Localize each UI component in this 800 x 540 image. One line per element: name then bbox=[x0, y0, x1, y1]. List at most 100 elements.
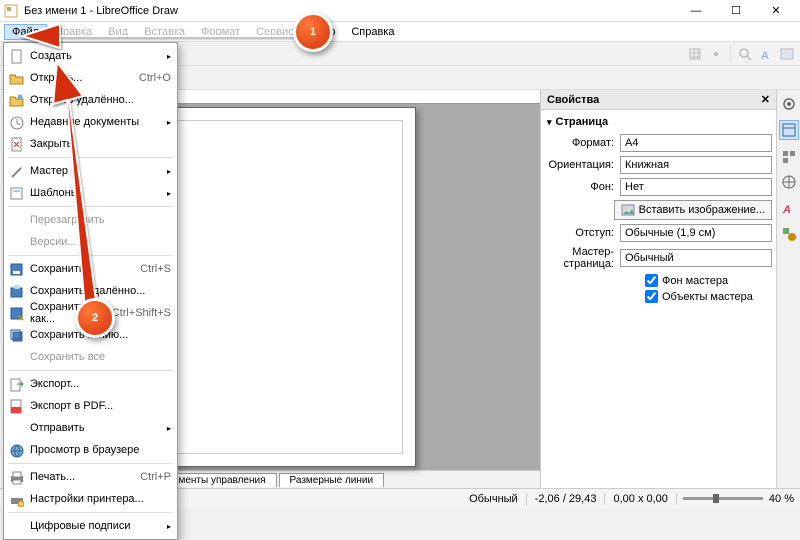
print-icon bbox=[8, 469, 24, 485]
dd-shortcut: Ctrl+S bbox=[140, 263, 171, 275]
menu-file[interactable]: Файл bbox=[4, 24, 47, 40]
dd-shortcut: Ctrl+O bbox=[139, 72, 171, 84]
file-menu-item-26[interactable]: Цифровые подписи▸ bbox=[4, 515, 177, 537]
blank-icon bbox=[8, 420, 24, 436]
dd-label: Сохранить удалённо... bbox=[30, 285, 171, 297]
section-page[interactable]: ▾ Страница bbox=[545, 114, 772, 130]
zoom-slider[interactable] bbox=[683, 497, 763, 500]
save-copy-icon bbox=[8, 327, 24, 343]
file-menu-item-3[interactable]: Недавние документы▸ bbox=[4, 111, 177, 133]
blank-icon bbox=[8, 212, 24, 228]
file-menu-item-2[interactable]: Открыть удалённо... bbox=[4, 89, 177, 111]
callout-2: 2 bbox=[75, 298, 115, 338]
orientation-select[interactable] bbox=[620, 156, 772, 174]
tb-font-icon[interactable]: A bbox=[757, 45, 775, 63]
collapse-arrow-icon: ▾ bbox=[547, 117, 552, 128]
image-icon bbox=[621, 203, 635, 217]
file-menu-item-20[interactable]: Отправить▸ bbox=[4, 417, 177, 439]
svg-text:A: A bbox=[761, 50, 769, 61]
props-title: Свойства bbox=[547, 94, 599, 106]
layer-tab-dimensions[interactable]: Размерные линии bbox=[279, 473, 385, 487]
file-menu-item-6[interactable]: Мастер ▸ bbox=[4, 160, 177, 182]
menu-insert[interactable]: Вставка bbox=[136, 24, 193, 40]
file-menu-item-7[interactable]: Шаблоны ▸ bbox=[4, 182, 177, 204]
file-menu-item-10: Версии... bbox=[4, 231, 177, 253]
file-new-icon bbox=[8, 48, 24, 64]
submenu-arrow-icon: ▸ bbox=[167, 167, 171, 176]
dd-shortcut: Ctrl+Shift+S bbox=[112, 307, 171, 319]
rt-navigator-icon[interactable] bbox=[779, 172, 799, 192]
dd-shortcut: Ctrl+P bbox=[140, 471, 171, 483]
file-menu-item-12[interactable]: СохранитьCtrl+S bbox=[4, 258, 177, 280]
templates-icon bbox=[8, 185, 24, 201]
insert-image-button[interactable]: Вставить изображение... bbox=[614, 200, 772, 220]
rt-props-icon[interactable] bbox=[779, 120, 799, 140]
wand-icon bbox=[8, 163, 24, 179]
props-close-icon[interactable]: ✕ bbox=[761, 93, 770, 106]
menu-view[interactable]: Вид bbox=[100, 24, 136, 40]
file-menu-dropdown: Создать▸ Открыть... Ctrl+O Открыть удалённо… bbox=[3, 42, 178, 540]
window-title: Без имени 1 - LibreOffice Draw bbox=[24, 5, 676, 17]
folder-cloud-icon bbox=[8, 92, 24, 108]
save-as-icon bbox=[8, 305, 24, 321]
section-page-label: Страница bbox=[556, 116, 609, 128]
chk-master-objs-label: Объекты мастера bbox=[662, 291, 753, 303]
file-menu-item-24[interactable]: Настройки принтера... bbox=[4, 488, 177, 510]
save-cloud-icon bbox=[8, 283, 24, 299]
dd-label: Шаблоны bbox=[30, 187, 163, 199]
submenu-arrow-icon: ▸ bbox=[167, 118, 171, 127]
file-menu-item-0[interactable]: Создать▸ bbox=[4, 45, 177, 67]
dd-label: Настройки принтера... bbox=[30, 493, 171, 505]
tb-image-icon[interactable] bbox=[778, 45, 796, 63]
indent-label: Отступ: bbox=[545, 227, 614, 239]
file-menu-item-19[interactable]: Экспорт в PDF... bbox=[4, 395, 177, 417]
chk-master-bg[interactable] bbox=[645, 274, 658, 287]
callout-1: 1 bbox=[293, 12, 333, 52]
file-menu-item-18[interactable]: Экспорт... bbox=[4, 373, 177, 395]
menubar: Файл Правка Вид Вставка Формат Сервис Ок… bbox=[0, 22, 800, 42]
file-menu-item-21[interactable]: Просмотр в браузере bbox=[4, 439, 177, 461]
dd-label: Открыть... bbox=[30, 72, 131, 84]
master-label: Мастер-страница: bbox=[545, 246, 614, 270]
close-button[interactable]: ✕ bbox=[756, 0, 796, 22]
tb-snap-icon[interactable] bbox=[707, 45, 725, 63]
sb-style: Обычный bbox=[461, 493, 527, 505]
rt-gallery-icon[interactable] bbox=[779, 146, 799, 166]
file-menu-item-1[interactable]: Открыть... Ctrl+O bbox=[4, 67, 177, 89]
dd-label: Печать... bbox=[30, 471, 132, 483]
menu-help[interactable]: Справка bbox=[343, 24, 402, 40]
tb-grid-icon[interactable] bbox=[686, 45, 704, 63]
insert-image-label: Вставить изображение... bbox=[639, 204, 765, 216]
format-select[interactable] bbox=[620, 134, 772, 152]
chk-master-objs[interactable] bbox=[645, 290, 658, 303]
dd-label: Версии... bbox=[30, 236, 171, 248]
tb-zoom-icon[interactable] bbox=[736, 45, 754, 63]
rt-text-icon[interactable]: A bbox=[779, 198, 799, 218]
file-menu-item-9: Перезагрузить bbox=[4, 209, 177, 231]
menu-format[interactable]: Формат bbox=[193, 24, 248, 40]
svg-text:A: A bbox=[782, 204, 791, 216]
sb-size: 0,00 x 0,00 bbox=[605, 493, 676, 505]
rt-gear-icon[interactable] bbox=[779, 94, 799, 114]
dd-label: Открыть удалённо... bbox=[30, 94, 171, 106]
file-menu-item-23[interactable]: Печать... Ctrl+P bbox=[4, 466, 177, 488]
master-select[interactable] bbox=[620, 249, 772, 267]
page-margin bbox=[174, 120, 403, 454]
close-doc-icon bbox=[8, 136, 24, 152]
menu-edit[interactable]: Правка bbox=[47, 24, 100, 40]
submenu-arrow-icon: ▸ bbox=[167, 189, 171, 198]
file-menu-item-4[interactable]: Закрыть bbox=[4, 133, 177, 155]
indent-select[interactable] bbox=[620, 224, 772, 242]
submenu-arrow-icon: ▸ bbox=[167, 52, 171, 61]
submenu-arrow-icon: ▸ bbox=[167, 522, 171, 531]
dd-label: Экспорт в PDF... bbox=[30, 400, 171, 412]
dd-label: Мастер bbox=[30, 165, 163, 177]
maximize-button[interactable]: ☐ bbox=[716, 0, 756, 22]
export-icon bbox=[8, 376, 24, 392]
orientation-label: Ориентация: bbox=[545, 159, 614, 171]
props-header: Свойства ✕ bbox=[541, 90, 776, 110]
rt-shapes-icon[interactable] bbox=[779, 224, 799, 244]
background-select[interactable] bbox=[620, 178, 772, 196]
dd-label: Отправить bbox=[30, 422, 163, 434]
minimize-button[interactable]: — bbox=[676, 0, 716, 22]
